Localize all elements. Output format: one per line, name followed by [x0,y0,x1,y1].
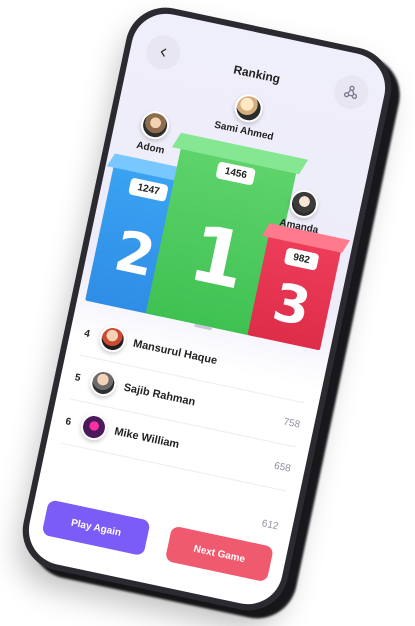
place-digit: 3 [267,272,316,339]
player-points: 612 [260,518,280,533]
rank-number: 6 [64,415,73,428]
player-score: 1247 [128,177,169,203]
play-again-button[interactable]: Play Again [41,499,151,557]
share-button[interactable] [331,72,372,113]
player-name: Sami Ahmed [213,119,275,143]
avatar [97,323,129,355]
avatar [78,411,110,443]
ranking-podium: Adom 1247 2 Sami Ahmed 1456 1 Amanda 982… [77,84,375,353]
avatar [87,367,119,399]
scene: Ranking Adom 1247 2 Sami Ahmed 1456 1 Am… [0,0,415,626]
share-nodes-icon [343,85,358,100]
podium-player-1[interactable]: Sami Ahmed [213,88,281,143]
ranking-list: 4 Mansurul Haque 5 Sajib Rahman 758 6 Mi… [52,311,314,535]
avatar [138,108,172,142]
app-screen: Ranking Adom 1247 2 Sami Ahmed 1456 1 Am… [22,7,392,611]
player-score: 1456 [215,161,257,186]
rank-number [56,465,70,468]
avatar [287,187,321,221]
rank-number: 5 [73,371,82,384]
player-score: 982 [283,247,320,271]
podium-player-2[interactable]: Adom [135,108,172,157]
rank-number: 4 [83,327,91,340]
player-points: 658 [273,460,292,475]
player-name: Adom [135,139,166,157]
player-points: 758 [282,416,302,431]
phone-frame: Ranking Adom 1247 2 Sami Ahmed 1456 1 Am… [15,0,408,626]
avatar [232,91,266,125]
next-game-button[interactable]: Next Game [164,525,274,583]
